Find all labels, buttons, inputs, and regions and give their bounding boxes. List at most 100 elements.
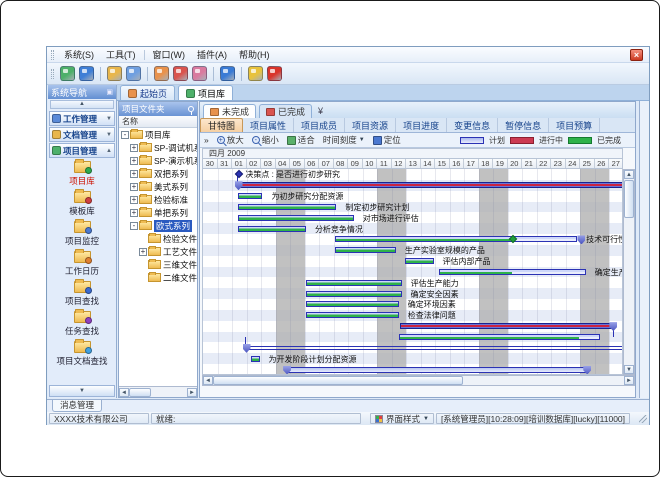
task-bar[interactable]	[439, 269, 585, 275]
task-bar[interactable]	[400, 323, 612, 329]
view-tab-2[interactable]: 项目属性	[243, 118, 294, 132]
collapsed-side-strip[interactable]	[639, 101, 649, 398]
tree-expander-icon[interactable]: +	[130, 183, 138, 191]
gantt-chart[interactable]: 决策点 : 是否进行初步研究为初步研究分配资源制定初步研究计划对市场进行评估分析…	[202, 169, 623, 375]
tree-row[interactable]: -欧式系列	[119, 219, 197, 232]
tree-expander-icon[interactable]: +	[139, 248, 147, 256]
scroll-right-icon[interactable]: ►	[187, 388, 197, 397]
gantt-h-thumb[interactable]	[213, 376, 463, 385]
nav-group-1[interactable]: 工作管理▼	[49, 111, 115, 126]
tree-row[interactable]: +单把系列	[119, 206, 197, 219]
tree-row[interactable]: +SP-演示机系	[119, 154, 197, 167]
task-bar[interactable]	[238, 193, 263, 199]
nav-item-5[interactable]: 项目查找	[48, 281, 116, 311]
task-bar[interactable]	[306, 280, 402, 286]
tool-1[interactable]: +放大	[213, 134, 248, 146]
task-bar[interactable]	[238, 226, 306, 232]
doc-tab-1[interactable]: 起始页	[120, 85, 175, 100]
tree-row[interactable]: +检验标准	[119, 193, 197, 206]
scroll-left-icon[interactable]: ◄	[119, 388, 129, 397]
menu-item-3[interactable]: 窗口(W)	[147, 47, 192, 62]
task-bar[interactable]	[286, 367, 589, 373]
tree-row[interactable]: +SP-调试机系	[119, 141, 197, 154]
filter-tab-2[interactable]: 已完成	[259, 104, 312, 118]
tree-expander-icon[interactable]: +	[130, 157, 138, 165]
task-bar[interactable]	[306, 291, 402, 297]
doc-tab-2[interactable]: 项目库	[178, 85, 233, 100]
nav-item-6[interactable]: 任务查找	[48, 311, 116, 341]
tree-row[interactable]: 三维文件	[119, 258, 197, 271]
scroll-right-icon[interactable]: ►	[624, 376, 634, 385]
nav-item-2[interactable]: 模板库	[48, 191, 116, 221]
close-tab-button[interactable]: ×	[630, 49, 643, 61]
lock-icon[interactable]	[248, 66, 263, 81]
gantt-v-thumb[interactable]	[624, 180, 634, 218]
view-tab-8[interactable]: 项目预算	[549, 118, 600, 132]
tree-expander-icon[interactable]: +	[130, 209, 138, 217]
tool-3[interactable]: 适合	[283, 134, 319, 146]
tree-expander-icon[interactable]: -	[121, 131, 129, 139]
tool-5[interactable]: 定位	[369, 134, 405, 146]
task-bar[interactable]	[306, 312, 399, 318]
nav-item-1[interactable]: 项目库	[48, 161, 116, 191]
modules-icon[interactable]	[60, 66, 75, 81]
tree-expander-icon[interactable]: +	[130, 196, 138, 204]
open-project-icon[interactable]	[107, 66, 122, 81]
view-tab-6[interactable]: 变更信息	[447, 118, 498, 132]
tree-expander-icon[interactable]: +	[130, 144, 138, 152]
tree-column-header[interactable]: 名称	[119, 116, 197, 128]
nav-item-3[interactable]: 项目监控	[48, 221, 116, 251]
menu-item-2[interactable]: 工具(T)	[100, 47, 142, 62]
task-bar[interactable]	[245, 346, 623, 350]
tool-2[interactable]: -缩小	[248, 134, 283, 146]
tools-overflow-button[interactable]: »	[200, 135, 213, 145]
filter-more-button[interactable]: ¥	[318, 106, 323, 118]
view-tab-1[interactable]: 甘特图	[200, 118, 243, 132]
tree-row[interactable]: +工艺文件	[119, 245, 197, 258]
view-tab-5[interactable]: 项目进度	[396, 118, 447, 132]
nav-item-4[interactable]: 工作日历	[48, 251, 116, 281]
calendar-task-icon[interactable]	[173, 66, 188, 81]
task-bar[interactable]	[238, 204, 337, 210]
view-tab-4[interactable]: 项目资源	[345, 118, 396, 132]
view-tab-7[interactable]: 暂停信息	[498, 118, 549, 132]
task-bar[interactable]	[335, 247, 396, 253]
task-bar[interactable]	[238, 215, 354, 221]
tree-row[interactable]: +美式系列	[119, 180, 197, 193]
menu-item-1[interactable]: 系统(S)	[58, 47, 100, 62]
web-icon[interactable]	[79, 66, 94, 81]
nav-scroll-up-button[interactable]: ▲	[50, 100, 114, 109]
filter-tab-1[interactable]: 未完成	[203, 104, 256, 118]
task-bar[interactable]	[306, 301, 399, 307]
view-tab-3[interactable]: 项目成员	[294, 118, 345, 132]
tool-4[interactable]: 时间刻度▼	[319, 134, 369, 146]
message-manage-tab[interactable]: 消息管理	[52, 400, 102, 412]
scroll-up-icon[interactable]: ▲	[624, 170, 634, 179]
task-bar[interactable]	[405, 258, 434, 264]
task-bar[interactable]	[251, 356, 260, 362]
scroll-left-icon[interactable]: ◄	[203, 376, 213, 385]
nav-collapsed-group[interactable]: ▼	[49, 385, 115, 397]
nav-options-icon[interactable]: ▣	[106, 88, 113, 96]
nav-group-2[interactable]: 文档管理▼	[49, 127, 115, 142]
tree-expander-icon[interactable]: -	[130, 222, 138, 230]
task-bar[interactable]	[238, 182, 623, 188]
tree-row[interactable]: 检验文件	[119, 232, 197, 245]
nav-group-3[interactable]: 项目管理▲	[49, 143, 115, 158]
help-icon[interactable]	[220, 66, 235, 81]
exit-icon[interactable]	[267, 66, 282, 81]
tree-expander-icon[interactable]: +	[130, 170, 138, 178]
tree-h-scrollbar[interactable]: ◄ ►	[119, 386, 197, 397]
gantt-h-scrollbar[interactable]: ◄ ►	[202, 375, 635, 386]
tree-row[interactable]: +双把系列	[119, 167, 197, 180]
calendar-plan-icon[interactable]	[154, 66, 169, 81]
task-bar[interactable]	[335, 236, 577, 242]
task-bar[interactable]	[399, 334, 601, 340]
nav-item-7[interactable]: 项目文档查找	[48, 341, 116, 371]
pin-icon[interactable]	[188, 106, 194, 112]
tree-row[interactable]: 二维文件	[119, 271, 197, 284]
resize-grip[interactable]	[639, 415, 647, 423]
tree-scroll-thumb[interactable]	[129, 388, 151, 397]
style-button[interactable]: 界面样式 ▼	[370, 413, 434, 424]
menu-item-4[interactable]: 插件(A)	[191, 47, 233, 62]
